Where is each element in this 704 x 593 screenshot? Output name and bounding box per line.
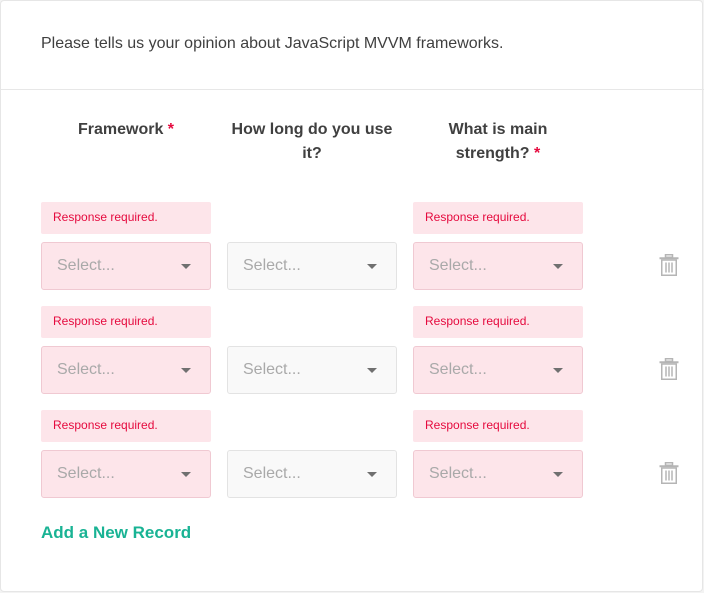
- divider: [1, 89, 704, 90]
- error-message: Response required.: [41, 306, 211, 338]
- trash-icon[interactable]: [659, 358, 679, 380]
- main-strength-select[interactable]: Select...: [413, 346, 583, 394]
- chevron-down-icon: [181, 472, 191, 477]
- chevron-down-icon: [181, 264, 191, 269]
- error-message: Response required.: [41, 410, 211, 442]
- select-placeholder: Select...: [429, 361, 487, 378]
- usage-duration-select[interactable]: Select...: [227, 346, 397, 394]
- framework-select[interactable]: Select...: [41, 450, 211, 498]
- select-placeholder: Select...: [243, 361, 301, 378]
- trash-icon[interactable]: [659, 462, 679, 484]
- column-header-label-line2: strength?: [455, 145, 530, 162]
- column-header-label: What is main: [448, 121, 548, 138]
- chevron-down-icon: [553, 368, 563, 373]
- select-placeholder: Select...: [57, 465, 115, 482]
- error-message: Response required.: [413, 410, 583, 442]
- required-mark: *: [167, 121, 175, 138]
- column-header-main-strength: What is main strength? *: [413, 118, 583, 166]
- select-placeholder: Select...: [57, 257, 115, 274]
- add-new-record-button[interactable]: Add a New Record: [41, 523, 191, 543]
- column-header-framework: Framework *: [41, 118, 211, 142]
- column-header-label: Framework: [77, 121, 164, 138]
- column-header-label: How long do you use: [231, 121, 393, 138]
- error-message: Response required.: [41, 202, 211, 234]
- chevron-down-icon: [367, 472, 377, 477]
- select-placeholder: Select...: [243, 257, 301, 274]
- usage-duration-select[interactable]: Select...: [227, 450, 397, 498]
- column-header-label-line2: it?: [302, 145, 322, 162]
- question-title: Please tells us your opinion about JavaS…: [41, 35, 504, 52]
- survey-card: Please tells us your opinion about JavaS…: [0, 0, 704, 592]
- error-message: Response required.: [413, 306, 583, 338]
- usage-duration-select[interactable]: Select...: [227, 242, 397, 290]
- framework-select[interactable]: Select...: [41, 346, 211, 394]
- select-placeholder: Select...: [243, 465, 301, 482]
- chevron-down-icon: [553, 264, 563, 269]
- main-strength-select[interactable]: Select...: [413, 242, 583, 290]
- trash-icon[interactable]: [659, 254, 679, 276]
- select-placeholder: Select...: [57, 361, 115, 378]
- chevron-down-icon: [181, 368, 191, 373]
- error-message: Response required.: [413, 202, 583, 234]
- chevron-down-icon: [367, 368, 377, 373]
- chevron-down-icon: [553, 472, 563, 477]
- required-mark: *: [534, 145, 541, 162]
- chevron-down-icon: [367, 264, 377, 269]
- column-header-usage-duration: How long do you use it?: [227, 118, 397, 166]
- select-placeholder: Select...: [429, 465, 487, 482]
- framework-select[interactable]: Select...: [41, 242, 211, 290]
- select-placeholder: Select...: [429, 257, 487, 274]
- main-strength-select[interactable]: Select...: [413, 450, 583, 498]
